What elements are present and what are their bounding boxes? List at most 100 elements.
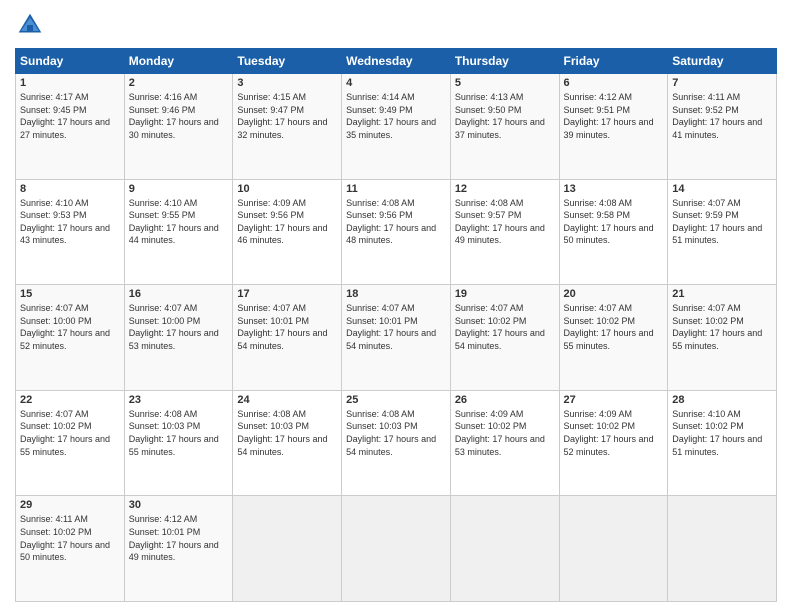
day-info: Sunrise: 4:07 AM Sunset: 10:02 PM Daylig… [672,302,772,352]
day-info: Sunrise: 4:08 AM Sunset: 10:03 PM Daylig… [346,408,446,458]
day-number: 15 [20,288,120,300]
day-info: Sunrise: 4:07 AM Sunset: 10:02 PM Daylig… [564,302,664,352]
day-info: Sunrise: 4:12 AM Sunset: 10:01 PM Daylig… [129,513,229,563]
calendar-cell: 30 Sunrise: 4:12 AM Sunset: 10:01 PM Day… [124,496,233,602]
day-number: 17 [237,288,337,300]
day-info: Sunrise: 4:14 AM Sunset: 9:49 PM Dayligh… [346,91,446,141]
calendar-cell: 12 Sunrise: 4:08 AM Sunset: 9:57 PM Dayl… [450,179,559,285]
day-number: 4 [346,77,446,89]
day-info: Sunrise: 4:16 AM Sunset: 9:46 PM Dayligh… [129,91,229,141]
calendar-header-row: SundayMondayTuesdayWednesdayThursdayFrid… [16,49,777,74]
calendar-cell: 8 Sunrise: 4:10 AM Sunset: 9:53 PM Dayli… [16,179,125,285]
calendar-cell [450,496,559,602]
day-number: 3 [237,77,337,89]
calendar-cell: 18 Sunrise: 4:07 AM Sunset: 10:01 PM Day… [342,285,451,391]
calendar-cell: 29 Sunrise: 4:11 AM Sunset: 10:02 PM Day… [16,496,125,602]
calendar-cell: 7 Sunrise: 4:11 AM Sunset: 9:52 PM Dayli… [668,74,777,180]
calendar-cell: 11 Sunrise: 4:08 AM Sunset: 9:56 PM Dayl… [342,179,451,285]
calendar-cell: 26 Sunrise: 4:09 AM Sunset: 10:02 PM Day… [450,390,559,496]
calendar-cell [559,496,668,602]
calendar-week-2: 8 Sunrise: 4:10 AM Sunset: 9:53 PM Dayli… [16,179,777,285]
calendar-cell: 14 Sunrise: 4:07 AM Sunset: 9:59 PM Dayl… [668,179,777,285]
day-info: Sunrise: 4:12 AM Sunset: 9:51 PM Dayligh… [564,91,664,141]
day-info: Sunrise: 4:07 AM Sunset: 10:01 PM Daylig… [237,302,337,352]
day-info: Sunrise: 4:07 AM Sunset: 10:02 PM Daylig… [20,408,120,458]
calendar-cell [342,496,451,602]
calendar-cell: 1 Sunrise: 4:17 AM Sunset: 9:45 PM Dayli… [16,74,125,180]
day-number: 6 [564,77,664,89]
calendar-cell: 25 Sunrise: 4:08 AM Sunset: 10:03 PM Day… [342,390,451,496]
day-info: Sunrise: 4:07 AM Sunset: 10:01 PM Daylig… [346,302,446,352]
day-number: 20 [564,288,664,300]
day-info: Sunrise: 4:15 AM Sunset: 9:47 PM Dayligh… [237,91,337,141]
calendar-cell: 6 Sunrise: 4:12 AM Sunset: 9:51 PM Dayli… [559,74,668,180]
day-number: 28 [672,394,772,406]
logo-icon [15,10,45,40]
day-number: 30 [129,499,229,511]
day-number: 7 [672,77,772,89]
day-number: 2 [129,77,229,89]
calendar-cell: 3 Sunrise: 4:15 AM Sunset: 9:47 PM Dayli… [233,74,342,180]
calendar-cell: 15 Sunrise: 4:07 AM Sunset: 10:00 PM Day… [16,285,125,391]
day-info: Sunrise: 4:08 AM Sunset: 9:57 PM Dayligh… [455,197,555,247]
day-header-tuesday: Tuesday [233,49,342,74]
day-header-wednesday: Wednesday [342,49,451,74]
calendar-cell: 20 Sunrise: 4:07 AM Sunset: 10:02 PM Day… [559,285,668,391]
day-info: Sunrise: 4:11 AM Sunset: 10:02 PM Daylig… [20,513,120,563]
day-number: 25 [346,394,446,406]
day-info: Sunrise: 4:11 AM Sunset: 9:52 PM Dayligh… [672,91,772,141]
day-info: Sunrise: 4:08 AM Sunset: 9:58 PM Dayligh… [564,197,664,247]
day-info: Sunrise: 4:09 AM Sunset: 10:02 PM Daylig… [455,408,555,458]
day-number: 16 [129,288,229,300]
calendar-table: SundayMondayTuesdayWednesdayThursdayFrid… [15,48,777,602]
day-header-friday: Friday [559,49,668,74]
calendar-cell: 21 Sunrise: 4:07 AM Sunset: 10:02 PM Day… [668,285,777,391]
calendar-week-5: 29 Sunrise: 4:11 AM Sunset: 10:02 PM Day… [16,496,777,602]
calendar-week-1: 1 Sunrise: 4:17 AM Sunset: 9:45 PM Dayli… [16,74,777,180]
day-number: 9 [129,183,229,195]
calendar-cell [668,496,777,602]
calendar-cell: 23 Sunrise: 4:08 AM Sunset: 10:03 PM Day… [124,390,233,496]
day-header-saturday: Saturday [668,49,777,74]
day-info: Sunrise: 4:10 AM Sunset: 9:53 PM Dayligh… [20,197,120,247]
day-info: Sunrise: 4:10 AM Sunset: 10:02 PM Daylig… [672,408,772,458]
day-number: 12 [455,183,555,195]
day-header-monday: Monday [124,49,233,74]
day-info: Sunrise: 4:17 AM Sunset: 9:45 PM Dayligh… [20,91,120,141]
calendar-week-3: 15 Sunrise: 4:07 AM Sunset: 10:00 PM Day… [16,285,777,391]
day-number: 10 [237,183,337,195]
day-number: 29 [20,499,120,511]
calendar-cell: 2 Sunrise: 4:16 AM Sunset: 9:46 PM Dayli… [124,74,233,180]
logo [15,10,49,40]
calendar-cell: 16 Sunrise: 4:07 AM Sunset: 10:00 PM Day… [124,285,233,391]
calendar-cell: 24 Sunrise: 4:08 AM Sunset: 10:03 PM Day… [233,390,342,496]
day-info: Sunrise: 4:09 AM Sunset: 10:02 PM Daylig… [564,408,664,458]
calendar-cell: 13 Sunrise: 4:08 AM Sunset: 9:58 PM Dayl… [559,179,668,285]
header [15,10,777,40]
day-header-sunday: Sunday [16,49,125,74]
day-number: 8 [20,183,120,195]
day-info: Sunrise: 4:07 AM Sunset: 10:00 PM Daylig… [20,302,120,352]
day-number: 13 [564,183,664,195]
calendar-cell: 5 Sunrise: 4:13 AM Sunset: 9:50 PM Dayli… [450,74,559,180]
day-info: Sunrise: 4:07 AM Sunset: 10:00 PM Daylig… [129,302,229,352]
day-number: 26 [455,394,555,406]
day-number: 23 [129,394,229,406]
day-number: 27 [564,394,664,406]
calendar-cell: 27 Sunrise: 4:09 AM Sunset: 10:02 PM Day… [559,390,668,496]
calendar-week-4: 22 Sunrise: 4:07 AM Sunset: 10:02 PM Day… [16,390,777,496]
day-info: Sunrise: 4:07 AM Sunset: 9:59 PM Dayligh… [672,197,772,247]
day-number: 19 [455,288,555,300]
day-info: Sunrise: 4:09 AM Sunset: 9:56 PM Dayligh… [237,197,337,247]
day-number: 5 [455,77,555,89]
calendar-cell: 22 Sunrise: 4:07 AM Sunset: 10:02 PM Day… [16,390,125,496]
day-number: 22 [20,394,120,406]
calendar-cell: 10 Sunrise: 4:09 AM Sunset: 9:56 PM Dayl… [233,179,342,285]
calendar-cell: 9 Sunrise: 4:10 AM Sunset: 9:55 PM Dayli… [124,179,233,285]
day-number: 14 [672,183,772,195]
page: SundayMondayTuesdayWednesdayThursdayFrid… [0,0,792,612]
calendar-cell: 4 Sunrise: 4:14 AM Sunset: 9:49 PM Dayli… [342,74,451,180]
day-number: 24 [237,394,337,406]
day-header-thursday: Thursday [450,49,559,74]
day-info: Sunrise: 4:10 AM Sunset: 9:55 PM Dayligh… [129,197,229,247]
